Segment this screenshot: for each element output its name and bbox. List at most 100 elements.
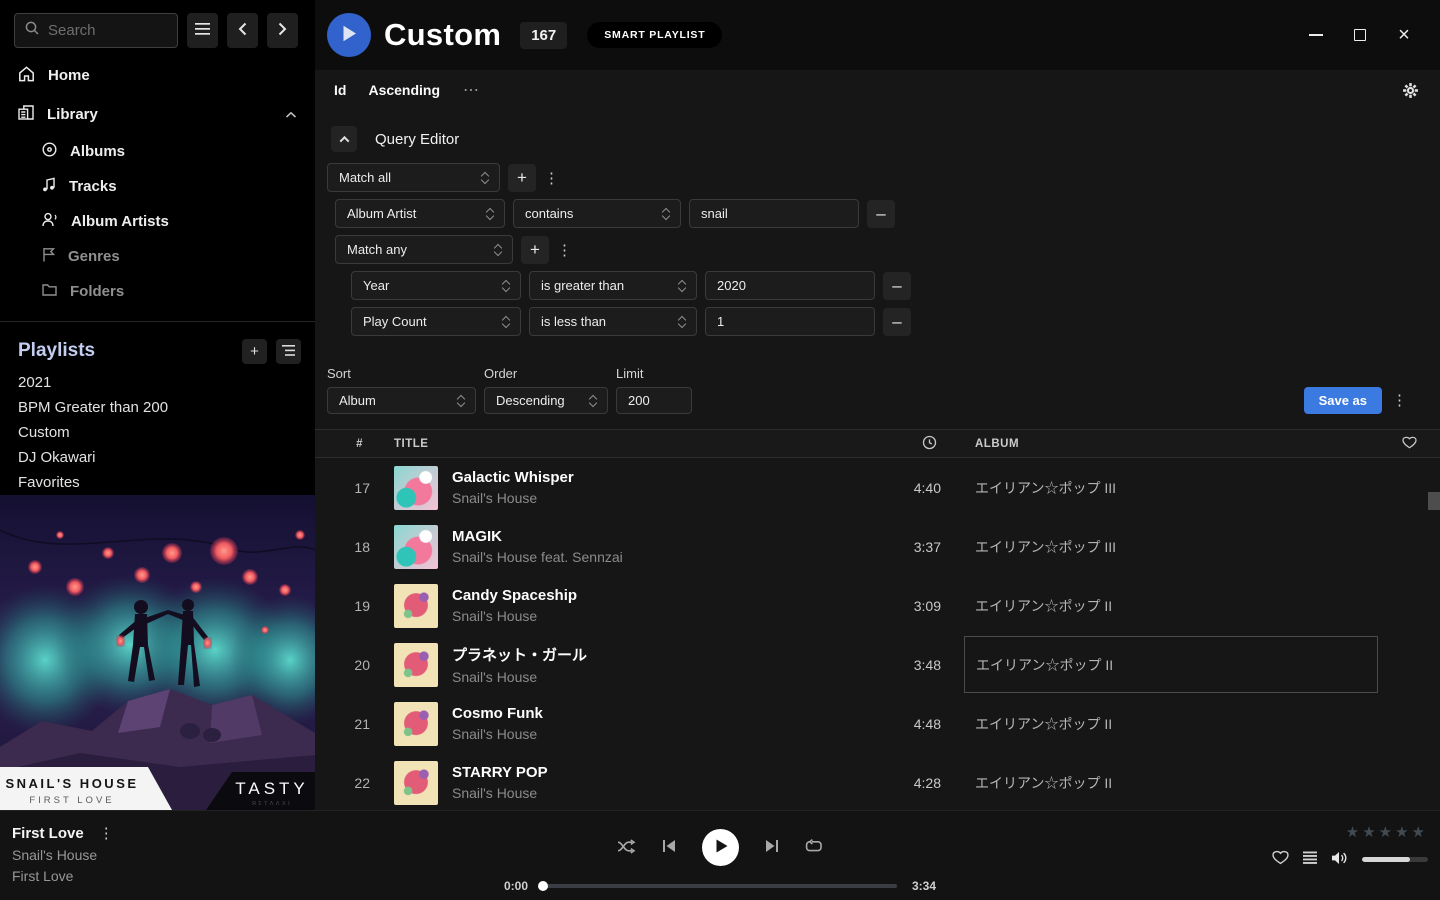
sort-field-button[interactable]: Id (334, 82, 346, 98)
repeat-button[interactable] (805, 839, 823, 857)
playlist-item-2021[interactable]: 2021 (0, 370, 315, 395)
rule-row: Play Count is less than – (351, 307, 1428, 336)
now-playing-options-button[interactable]: ⋮ (99, 824, 113, 842)
plus-icon: + (530, 240, 540, 260)
favorite-button[interactable] (1272, 850, 1289, 868)
track-row[interactable]: 18 MAGIKSnail's House feat. Sennzai 3:37… (315, 517, 1440, 576)
rule-operator-select[interactable]: contains (513, 199, 681, 228)
group-options-button[interactable]: ⋮ (557, 241, 571, 259)
scrollbar-thumb[interactable] (1428, 492, 1440, 510)
playlist-list-button[interactable] (276, 339, 301, 364)
rule-value-input[interactable] (705, 271, 875, 300)
sort-direction-button[interactable]: Ascending (368, 82, 440, 98)
collapse-query-editor-button[interactable] (331, 126, 357, 152)
track-album[interactable]: エイリアン☆ポップ II (964, 596, 1378, 616)
track-album[interactable]: エイリアン☆ポップ II (964, 773, 1378, 793)
now-playing-artist[interactable]: Snail's House (12, 847, 113, 863)
match-group-row: Match all + ⋮ (327, 163, 1428, 192)
column-header-title[interactable]: TITLE (394, 438, 871, 450)
match-all-select[interactable]: Match all (327, 163, 500, 192)
play-playlist-button[interactable] (327, 13, 371, 57)
player-bar: First Love ⋮ Snail's House First Love (0, 810, 1440, 900)
add-playlist-button[interactable]: + (242, 339, 267, 364)
rule-field-select[interactable]: Album Artist (335, 199, 505, 228)
search-input[interactable] (48, 22, 158, 39)
column-header-duration[interactable] (871, 435, 941, 453)
minimize-button[interactable] (1294, 13, 1338, 57)
track-row[interactable]: 21 Cosmo FunkSnail's House 4:48 エイリアン☆ポッ… (315, 694, 1440, 753)
column-header-index[interactable]: # (315, 438, 370, 450)
seek-knob[interactable] (538, 881, 548, 891)
seek-bar[interactable] (543, 884, 897, 888)
volume-slider[interactable] (1362, 857, 1428, 862)
remove-rule-button[interactable]: – (883, 308, 911, 336)
playlist-item-dj-okawari[interactable]: DJ Okawari (0, 445, 315, 470)
rule-operator-select[interactable]: is less than (529, 307, 697, 336)
sidebar-item-home[interactable]: Home (0, 56, 315, 95)
track-album-focused[interactable]: エイリアン☆ポップ II (964, 636, 1378, 693)
order-select[interactable]: Descending (484, 387, 608, 414)
track-row[interactable]: 19 Candy SpaceshipSnail's House 3:09 エイリ… (315, 576, 1440, 635)
track-album[interactable]: エイリアン☆ポップ III (964, 537, 1378, 557)
collapse-library-icon[interactable] (285, 106, 297, 123)
hamburger-icon (195, 23, 210, 38)
rule-field-select[interactable]: Play Count (351, 307, 521, 336)
remove-rule-button[interactable]: – (883, 272, 911, 300)
save-options-button[interactable]: ⋮ (1392, 391, 1406, 409)
sidebar-item-album-artists[interactable]: Album Artists (0, 204, 315, 239)
playlists-list: 2021 BPM Greater than 200 Custom DJ Okaw… (0, 370, 315, 495)
shuffle-button[interactable] (617, 839, 636, 857)
track-number: 18 (315, 539, 370, 555)
back-button[interactable] (227, 13, 258, 48)
playlist-item-bpm[interactable]: BPM Greater than 200 (0, 395, 315, 420)
track-cover-art (394, 466, 438, 510)
close-button[interactable]: × (1382, 13, 1426, 57)
column-header-favorite[interactable] (1378, 436, 1440, 452)
now-playing-album[interactable]: First Love (12, 868, 113, 884)
remove-rule-button[interactable]: – (867, 200, 895, 228)
previous-button[interactable] (662, 839, 676, 856)
queue-button[interactable] (1302, 851, 1318, 868)
settings-gear-icon[interactable] (1402, 82, 1419, 99)
query-editor-title: Query Editor (375, 131, 459, 148)
rule-operator-select[interactable]: is greater than (529, 271, 697, 300)
sidebar-item-tracks[interactable]: Tracks (0, 169, 315, 204)
forward-button[interactable] (267, 13, 298, 48)
playlist-item-favorites[interactable]: Favorites (0, 470, 315, 495)
rule-field-select[interactable]: Year (351, 271, 521, 300)
track-duration: 4:40 (871, 480, 941, 496)
maximize-button[interactable] (1338, 13, 1382, 57)
sort-select[interactable]: Album (327, 387, 476, 414)
speaker-icon (1331, 851, 1349, 868)
sidebar-item-library[interactable]: Library (0, 95, 315, 134)
play-button[interactable] (702, 829, 739, 866)
column-header-album[interactable]: ALBUM (964, 438, 1378, 450)
track-row[interactable]: 17 Galactic WhisperSnail's House 4:40 エイ… (315, 458, 1440, 517)
rating-stars[interactable]: ★★★★★ (1272, 823, 1428, 841)
track-artist: Snail's House (452, 490, 871, 506)
now-playing-title[interactable]: First Love (12, 825, 84, 842)
group-options-button[interactable]: ⋮ (544, 169, 558, 187)
volume-button[interactable] (1331, 851, 1349, 868)
search-box[interactable] (14, 13, 178, 48)
minus-icon: – (876, 204, 885, 224)
limit-input[interactable] (616, 387, 692, 414)
rule-value-input[interactable] (689, 199, 859, 228)
menu-button[interactable] (187, 13, 218, 48)
track-row[interactable]: 22 STARRY POPSnail's House 4:28 エイリアン☆ポッ… (315, 753, 1440, 812)
next-button[interactable] (765, 839, 779, 856)
add-rule-button[interactable]: + (508, 164, 536, 192)
save-as-button[interactable]: Save as (1304, 387, 1382, 414)
sidebar-item-folders[interactable]: Folders (0, 274, 315, 309)
sidebar-item-genres[interactable]: Genres (0, 239, 315, 274)
more-options-button[interactable]: ⋯ (463, 80, 480, 100)
track-album[interactable]: エイリアン☆ポップ II (964, 714, 1378, 734)
now-playing-album-art[interactable]: SNAIL'S HOUSE FIRST LOVE TASTY ЯΣΤΛΛXI (0, 495, 315, 810)
sidebar-item-albums[interactable]: Albums (0, 134, 315, 169)
track-album[interactable]: エイリアン☆ポップ III (964, 478, 1378, 498)
match-any-select[interactable]: Match any (335, 235, 513, 264)
add-rule-button[interactable]: + (521, 236, 549, 264)
rule-value-input[interactable] (705, 307, 875, 336)
track-row[interactable]: 20 プラネット・ガールSnail's House 3:48 エイリアン☆ポップ… (315, 635, 1440, 694)
playlist-item-custom[interactable]: Custom (0, 420, 315, 445)
